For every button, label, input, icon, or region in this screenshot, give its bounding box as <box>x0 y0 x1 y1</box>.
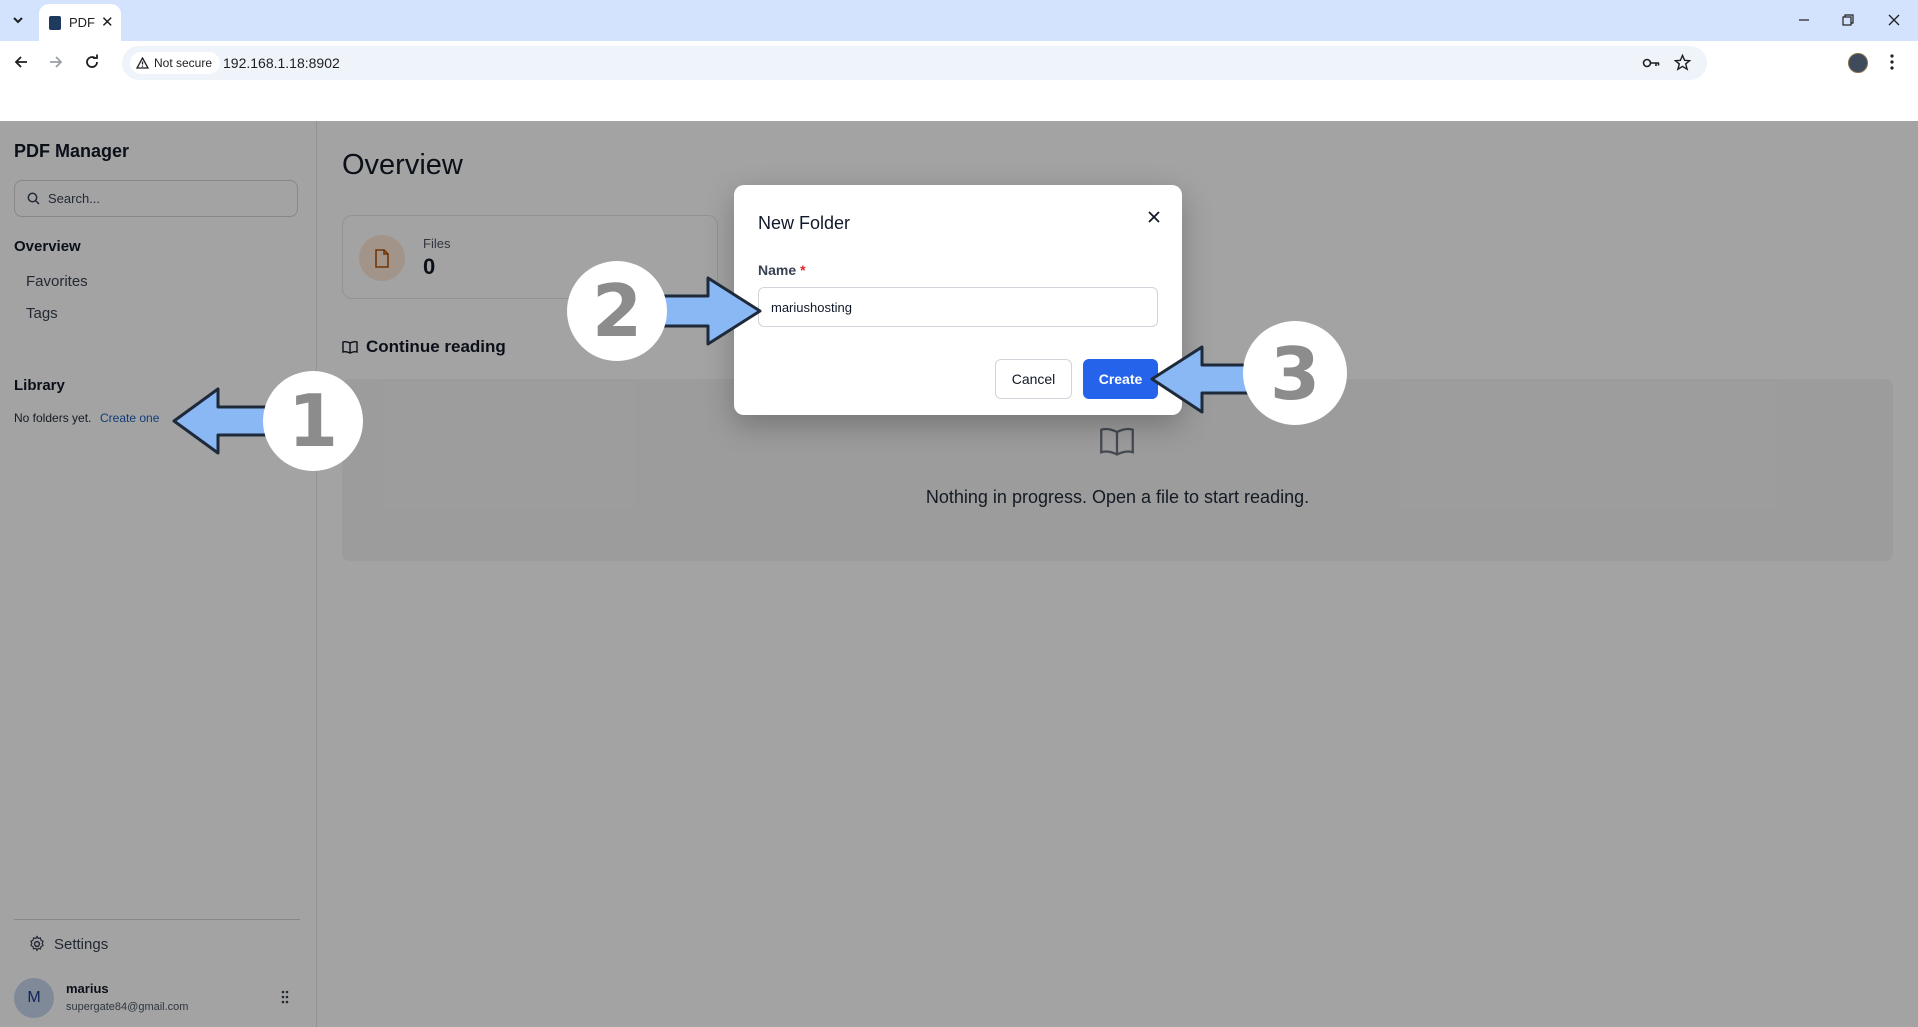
pdf-favicon-icon <box>49 16 61 30</box>
arrow-right-icon <box>50 56 63 68</box>
chevron-down-icon <box>13 17 23 24</box>
close-icon <box>1148 211 1160 223</box>
minimize-button[interactable] <box>1784 8 1824 32</box>
tab-list-button[interactable] <box>6 8 30 32</box>
close-window-button[interactable] <box>1874 8 1914 32</box>
tab-close-icon[interactable]: ✕ <box>101 15 114 30</box>
minimize-icon <box>1799 19 1809 21</box>
browser-tab-bar: PDF ✕ <box>0 0 1918 41</box>
dialog-close-button[interactable] <box>1142 205 1166 229</box>
reload-icon <box>86 54 98 68</box>
not-secure-label: Not secure <box>154 56 213 70</box>
dialog-title: New Folder <box>758 213 851 233</box>
browser-tab[interactable]: PDF ✕ <box>39 4 121 41</box>
folder-name-input[interactable] <box>758 287 1158 327</box>
back-button[interactable] <box>7 48 35 76</box>
create-button[interactable]: Create <box>1083 359 1158 399</box>
arrow-left-icon <box>14 56 27 68</box>
close-icon <box>1888 14 1900 26</box>
warning-icon <box>136 57 149 69</box>
forward-button[interactable] <box>42 48 70 76</box>
profile-avatar[interactable] <box>1848 53 1868 73</box>
not-secure-chip[interactable]: Not secure <box>130 52 221 74</box>
cancel-button[interactable]: Cancel <box>995 359 1072 399</box>
star-icon[interactable] <box>1674 54 1691 71</box>
restore-button[interactable] <box>1828 8 1868 32</box>
restore-icon <box>1842 14 1854 26</box>
more-vertical-icon[interactable] <box>1889 54 1895 70</box>
address-bar[interactable]: Not secure 192.168.1.18:8902 <box>122 46 1707 80</box>
name-field-label: Name * <box>758 262 806 278</box>
key-icon[interactable] <box>1642 56 1660 70</box>
url-text: 192.168.1.18:8902 <box>223 55 340 71</box>
name-label-text: Name <box>758 262 797 278</box>
required-marker: * <box>800 262 806 278</box>
tab-title: PDF <box>69 15 95 30</box>
reload-button[interactable] <box>78 48 106 76</box>
